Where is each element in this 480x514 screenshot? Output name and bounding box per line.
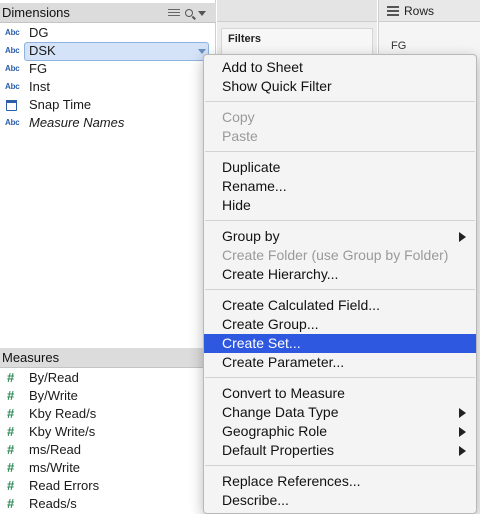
measure-label: ms/Read (29, 442, 82, 457)
measure-item-by-write[interactable]: # By/Write (0, 387, 210, 405)
submenu-arrow-icon (459, 446, 466, 456)
submenu-arrow-icon (459, 427, 466, 437)
menu-item-replace-references[interactable]: Replace References... (204, 472, 476, 491)
dimensions-title: Dimensions (2, 5, 70, 20)
numeric-type-icon: # (7, 460, 15, 475)
measure-label: By/Write (29, 388, 78, 403)
dimension-label: Snap Time (29, 97, 92, 112)
dimension-item-dg[interactable]: Abc DG (0, 24, 210, 42)
dimension-label: FG (29, 61, 48, 76)
dimension-item-snap-time[interactable]: Snap Time (0, 96, 210, 114)
filters-title: Filters (228, 33, 262, 45)
menu-item-show-quick-filter[interactable]: Show Quick Filter (204, 77, 476, 96)
calendar-clock-icon (6, 100, 17, 111)
menu-item-create-hierarchy[interactable]: Create Hierarchy... (204, 265, 476, 284)
menu-separator (205, 377, 475, 378)
menu-item-copy[interactable]: Copy (204, 108, 476, 127)
dimension-label: Measure Names (29, 115, 125, 130)
menu-item-hide[interactable]: Hide (204, 196, 476, 215)
string-type-icon: Abc (5, 82, 20, 91)
dimension-label: DG (29, 25, 49, 40)
dimension-item-inst[interactable]: Abc Inst (0, 78, 210, 96)
search-icon[interactable] (185, 9, 193, 17)
menu-item-convert-to-measure[interactable]: Convert to Measure (204, 384, 476, 403)
numeric-type-icon: # (7, 370, 15, 385)
menu-item-rename[interactable]: Rename... (204, 177, 476, 196)
menu-item-geographic-role[interactable]: Geographic Role (204, 422, 476, 441)
measure-item-kby-read[interactable]: # Kby Read/s (0, 405, 210, 423)
menu-separator (205, 101, 475, 102)
pages-shelf[interactable] (217, 0, 377, 22)
menu-item-create-calculated-field[interactable]: Create Calculated Field... (204, 296, 476, 315)
menu-item-create-group[interactable]: Create Group... (204, 315, 476, 334)
string-type-icon: Abc (5, 46, 20, 55)
menu-separator (205, 220, 475, 221)
numeric-type-icon: # (7, 388, 15, 403)
view-column-header: FG (391, 40, 407, 52)
menu-item-paste[interactable]: Paste (204, 127, 476, 146)
data-pane: Dimensions Abc DG Abc DSK Abc FG Abc Ins… (0, 0, 216, 514)
list-view-icon[interactable] (168, 8, 180, 18)
measure-label: By/Read (29, 370, 79, 385)
string-type-icon: Abc (5, 28, 20, 37)
menu-separator (205, 289, 475, 290)
string-type-icon: Abc (5, 118, 20, 127)
measures-header: Measures (0, 348, 216, 368)
change-data-type-label: Change Data Type (222, 404, 339, 420)
numeric-type-icon: # (7, 424, 15, 439)
measure-item-read-errors[interactable]: # Read Errors (0, 477, 210, 495)
rows-shelf[interactable]: Rows (379, 0, 480, 22)
measure-label: Reads/s (29, 496, 77, 511)
dimensions-header: Dimensions (0, 3, 216, 23)
geographic-role-label: Geographic Role (222, 423, 328, 439)
menu-item-add-to-sheet[interactable]: Add to Sheet (204, 58, 476, 77)
submenu-arrow-icon (459, 408, 466, 418)
measures-title: Measures (2, 350, 60, 365)
numeric-type-icon: # (7, 406, 15, 421)
numeric-type-icon: # (7, 496, 15, 511)
submenu-arrow-icon (459, 232, 466, 242)
measure-label: ms/Write (29, 460, 81, 475)
measure-label: Kby Write/s (29, 424, 96, 439)
menu-item-duplicate[interactable]: Duplicate (204, 158, 476, 177)
measure-item-reads-s[interactable]: # Reads/s (0, 495, 210, 513)
measure-item-ms-read[interactable]: # ms/Read (0, 441, 210, 459)
menu-item-create-set[interactable]: Create Set... (204, 334, 476, 353)
menu-item-describe[interactable]: Describe... (204, 491, 476, 510)
menu-item-create-folder[interactable]: Create Folder (use Group by Folder) (204, 246, 476, 265)
menu-item-change-data-type[interactable]: Change Data Type (204, 403, 476, 422)
measure-label: Kby Read/s (29, 406, 97, 421)
dimensions-header-tools (168, 3, 206, 23)
chevron-down-icon[interactable] (198, 10, 206, 16)
dimension-label: DSK (29, 43, 56, 58)
measure-item-ms-write[interactable]: # ms/Write (0, 459, 210, 477)
rows-label: Rows (404, 4, 435, 18)
group-by-label: Group by (222, 228, 280, 244)
measure-label: Read Errors (29, 478, 100, 493)
menu-item-create-parameter[interactable]: Create Parameter... (204, 353, 476, 372)
dimension-label: Inst (29, 79, 50, 94)
measure-item-by-read[interactable]: # By/Read (0, 369, 210, 387)
menu-separator (205, 151, 475, 152)
menu-item-group-by[interactable]: Group by (204, 227, 476, 246)
field-context-menu: Add to Sheet Show Quick Filter Copy Past… (203, 54, 477, 514)
dimension-item-measure-names[interactable]: Abc Measure Names (0, 114, 210, 132)
rows-icon (387, 6, 399, 16)
string-type-icon: Abc (5, 64, 20, 73)
menu-separator (205, 465, 475, 466)
dimension-item-dsk[interactable]: Abc DSK (0, 42, 210, 61)
measure-item-kby-write[interactable]: # Kby Write/s (0, 423, 210, 441)
numeric-type-icon: # (7, 442, 15, 457)
default-properties-label: Default Properties (222, 442, 335, 458)
menu-item-default-properties[interactable]: Default Properties (204, 441, 476, 460)
dimension-item-fg[interactable]: Abc FG (0, 60, 210, 78)
numeric-type-icon: # (7, 478, 15, 493)
